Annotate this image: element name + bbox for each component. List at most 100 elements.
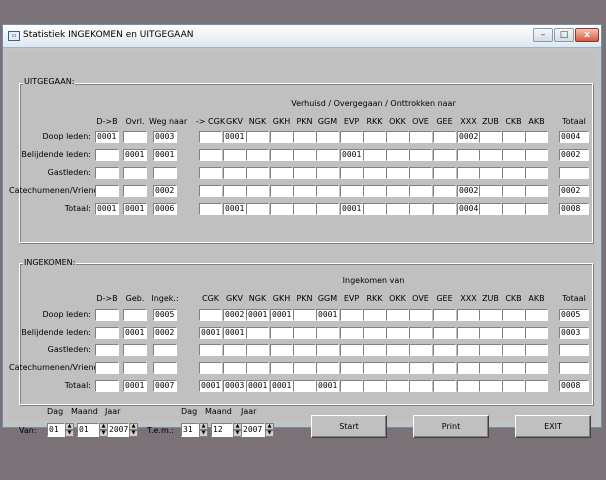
- date-van-jaar-input[interactable]: 2007: [107, 423, 129, 437]
- section-0-row-1-cell-12[interactable]: [409, 149, 432, 161]
- section-1-row-1-cell-18[interactable]: 0003: [559, 327, 589, 339]
- section-1-row-2-cell-13[interactable]: [433, 344, 456, 356]
- section-0-row-1-cell-9[interactable]: 0001: [340, 149, 363, 161]
- section-0-row-4-cell-7[interactable]: [293, 203, 316, 215]
- section-0-row-2-cell-11[interactable]: [386, 167, 409, 179]
- section-0-row-3-cell-2[interactable]: 0002: [153, 185, 177, 197]
- section-1-row-1-cell-1[interactable]: 0001: [123, 327, 147, 339]
- section-1-row-4-cell-14[interactable]: [457, 380, 480, 392]
- section-0-row-1-cell-16[interactable]: [502, 149, 525, 161]
- section-0-row-1-cell-8[interactable]: [316, 149, 339, 161]
- section-0-row-3-cell-1[interactable]: [123, 185, 147, 197]
- exit-button[interactable]: EXIT: [515, 415, 591, 438]
- section-0-row-2-cell-4[interactable]: [223, 167, 246, 179]
- title-bar[interactable]: ▭ Statistiek INGEKOMEN en UITGEGAAN – □ …: [3, 25, 601, 48]
- section-1-row-2-cell-10[interactable]: [363, 344, 386, 356]
- section-1-row-2-cell-9[interactable]: [340, 344, 363, 356]
- section-0-row-0-cell-4[interactable]: 0001: [223, 131, 246, 143]
- date-van-dag-spinner[interactable]: ▲ ▼: [65, 423, 74, 437]
- section-0-row-2-cell-9[interactable]: [340, 167, 363, 179]
- section-1-row-4-cell-3[interactable]: 0001: [199, 380, 222, 392]
- section-0-row-0-cell-10[interactable]: [363, 131, 386, 143]
- section-1-row-2-cell-5[interactable]: [246, 344, 269, 356]
- section-1-row-0-cell-6[interactable]: 0001: [270, 309, 293, 321]
- section-0-row-3-cell-4[interactable]: [223, 185, 246, 197]
- date-van-maand-input[interactable]: 01: [77, 423, 99, 437]
- section-1-row-1-cell-4[interactable]: 0001: [223, 327, 246, 339]
- section-1-row-2-cell-8[interactable]: [316, 344, 339, 356]
- section-1-row-1-cell-5[interactable]: [246, 327, 269, 339]
- section-1-row-0-cell-0[interactable]: [95, 309, 119, 321]
- section-0-row-3-cell-13[interactable]: [433, 185, 456, 197]
- section-0-row-2-cell-16[interactable]: [502, 167, 525, 179]
- section-1-row-1-cell-2[interactable]: 0002: [153, 327, 177, 339]
- section-0-row-1-cell-7[interactable]: [293, 149, 316, 161]
- section-1-row-2-cell-3[interactable]: [199, 344, 222, 356]
- section-0-row-4-cell-13[interactable]: [433, 203, 456, 215]
- section-0-row-0-cell-1[interactable]: [123, 131, 147, 143]
- section-1-row-2-cell-12[interactable]: [409, 344, 432, 356]
- section-1-row-4-cell-13[interactable]: [433, 380, 456, 392]
- section-1-row-2-cell-15[interactable]: [479, 344, 502, 356]
- section-1-row-0-cell-10[interactable]: [363, 309, 386, 321]
- section-1-row-3-cell-17[interactable]: [525, 362, 548, 374]
- section-0-row-3-cell-18[interactable]: 0002: [559, 185, 589, 197]
- section-1-row-0-cell-13[interactable]: [433, 309, 456, 321]
- section-1-row-3-cell-2[interactable]: [153, 362, 177, 374]
- section-0-row-2-cell-0[interactable]: [95, 167, 119, 179]
- section-0-row-4-cell-1[interactable]: 0001: [123, 203, 147, 215]
- section-0-row-1-cell-2[interactable]: 0001: [153, 149, 177, 161]
- section-0-row-3-cell-15[interactable]: [479, 185, 502, 197]
- section-0-row-0-cell-15[interactable]: [479, 131, 502, 143]
- section-0-row-4-cell-5[interactable]: [246, 203, 269, 215]
- section-1-row-2-cell-1[interactable]: [123, 344, 147, 356]
- section-0-row-3-cell-11[interactable]: [386, 185, 409, 197]
- section-1-row-3-cell-15[interactable]: [479, 362, 502, 374]
- section-0-row-0-cell-5[interactable]: [246, 131, 269, 143]
- section-1-row-4-cell-18[interactable]: 0008: [559, 380, 589, 392]
- section-1-row-4-cell-11[interactable]: [386, 380, 409, 392]
- section-1-row-3-cell-0[interactable]: [95, 362, 119, 374]
- section-1-row-0-cell-17[interactable]: [525, 309, 548, 321]
- section-0-row-3-cell-6[interactable]: [270, 185, 293, 197]
- close-button[interactable]: x: [575, 28, 599, 42]
- print-button[interactable]: Print: [413, 415, 489, 438]
- section-1-row-2-cell-7[interactable]: [293, 344, 316, 356]
- section-1-row-3-cell-14[interactable]: [457, 362, 480, 374]
- section-0-row-1-cell-10[interactable]: [363, 149, 386, 161]
- section-0-row-4-cell-17[interactable]: [525, 203, 548, 215]
- section-1-row-2-cell-2[interactable]: [153, 344, 177, 356]
- section-1-row-3-cell-12[interactable]: [409, 362, 432, 374]
- section-1-row-2-cell-16[interactable]: [502, 344, 525, 356]
- section-0-row-1-cell-6[interactable]: [270, 149, 293, 161]
- section-0-row-3-cell-9[interactable]: [340, 185, 363, 197]
- section-1-row-1-cell-6[interactable]: [270, 327, 293, 339]
- section-0-row-1-cell-17[interactable]: [525, 149, 548, 161]
- spin-down-icon[interactable]: ▼: [65, 430, 74, 437]
- section-0-row-3-cell-16[interactable]: [502, 185, 525, 197]
- section-1-row-1-cell-16[interactable]: [502, 327, 525, 339]
- spin-down-icon[interactable]: ▼: [199, 430, 208, 437]
- section-0-row-0-cell-11[interactable]: [386, 131, 409, 143]
- section-0-row-3-cell-17[interactable]: [525, 185, 548, 197]
- section-0-row-3-cell-14[interactable]: 0002: [457, 185, 480, 197]
- section-0-row-4-cell-11[interactable]: [386, 203, 409, 215]
- section-1-row-0-cell-8[interactable]: 0001: [316, 309, 339, 321]
- section-1-row-4-cell-8[interactable]: 0001: [316, 380, 339, 392]
- section-0-row-3-cell-3[interactable]: [199, 185, 222, 197]
- section-0-row-2-cell-14[interactable]: [457, 167, 480, 179]
- section-0-row-0-cell-8[interactable]: [316, 131, 339, 143]
- section-0-row-4-cell-18[interactable]: 0008: [559, 203, 589, 215]
- date-van-jaar-spinner[interactable]: ▲ ▼: [129, 423, 138, 437]
- section-0-row-0-cell-9[interactable]: [340, 131, 363, 143]
- date-van-dag-input[interactable]: 01: [47, 423, 65, 437]
- section-1-row-4-cell-2[interactable]: 0007: [153, 380, 177, 392]
- section-1-row-1-cell-11[interactable]: [386, 327, 409, 339]
- section-1-row-1-cell-15[interactable]: [479, 327, 502, 339]
- section-1-row-1-cell-14[interactable]: [457, 327, 480, 339]
- section-0-row-2-cell-3[interactable]: [199, 167, 222, 179]
- section-1-row-0-cell-3[interactable]: [199, 309, 222, 321]
- section-1-row-4-cell-12[interactable]: [409, 380, 432, 392]
- section-1-row-3-cell-5[interactable]: [246, 362, 269, 374]
- section-0-row-4-cell-10[interactable]: [363, 203, 386, 215]
